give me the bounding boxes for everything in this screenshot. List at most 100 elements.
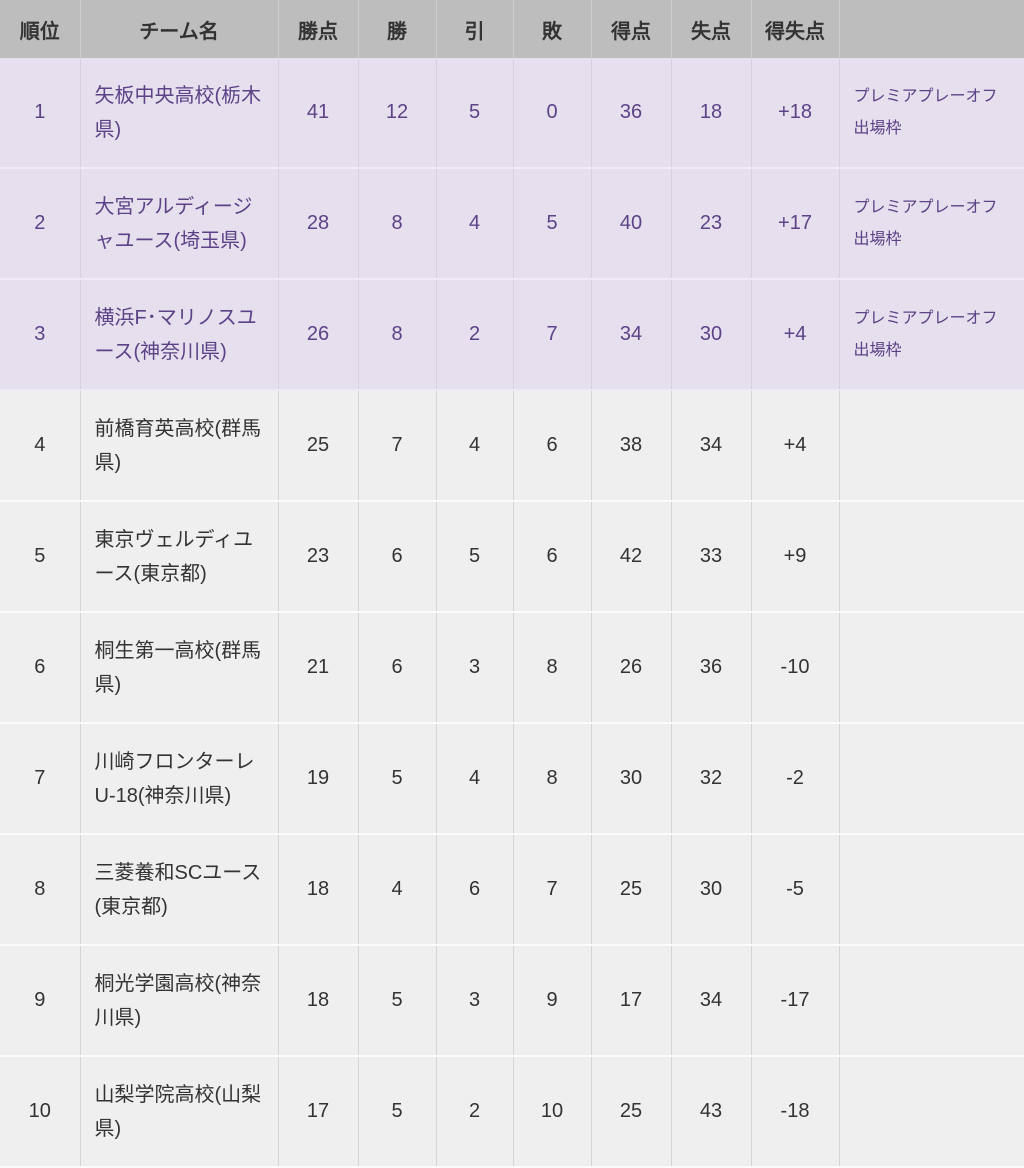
- table-row: 7川崎フロンターレU-18(神奈川県)195483032-2: [0, 723, 1024, 834]
- cell-draws: 6: [436, 834, 513, 945]
- cell-losses: 0: [513, 58, 591, 168]
- header-wins: 勝: [358, 0, 436, 58]
- cell-team: 桐生第一高校(群馬県): [80, 612, 278, 723]
- cell-goals-against: 32: [671, 723, 751, 834]
- table-row: 5東京ヴェルディユース(東京都)236564233+9: [0, 501, 1024, 612]
- table-row: 8三菱養和SCユース(東京都)184672530-5: [0, 834, 1024, 945]
- cell-note: [839, 612, 1024, 723]
- cell-goals-against: 23: [671, 168, 751, 279]
- cell-points: 18: [278, 945, 358, 1056]
- table-row: 6桐生第一高校(群馬県)216382636-10: [0, 612, 1024, 723]
- cell-note: プレミアプレーオフ出場枠: [839, 168, 1024, 279]
- cell-wins: 12: [358, 58, 436, 168]
- cell-points: 19: [278, 723, 358, 834]
- cell-losses: 5: [513, 168, 591, 279]
- cell-points: 28: [278, 168, 358, 279]
- header-goal-diff: 得失点: [751, 0, 839, 58]
- cell-team: 前橋育英高校(群馬県): [80, 390, 278, 501]
- cell-points: 18: [278, 834, 358, 945]
- cell-team: 大宮アルディージャユース(埼玉県): [80, 168, 278, 279]
- cell-wins: 5: [358, 945, 436, 1056]
- cell-goals-for: 36: [591, 58, 671, 168]
- cell-losses: 8: [513, 612, 591, 723]
- cell-goal-diff: -17: [751, 945, 839, 1056]
- header-points: 勝点: [278, 0, 358, 58]
- cell-note: [839, 390, 1024, 501]
- cell-rank: 1: [0, 58, 80, 168]
- cell-wins: 4: [358, 834, 436, 945]
- table-header: 順位 チーム名 勝点 勝 引 敗 得点 失点 得失点: [0, 0, 1024, 58]
- cell-goal-diff: +4: [751, 279, 839, 390]
- cell-goals-for: 17: [591, 945, 671, 1056]
- header-rank: 順位: [0, 0, 80, 58]
- cell-team: 矢板中央高校(栃木県): [80, 58, 278, 168]
- cell-team: 横浜F･マリノスユース(神奈川県): [80, 279, 278, 390]
- cell-goals-against: 43: [671, 1056, 751, 1167]
- cell-goals-for: 42: [591, 501, 671, 612]
- cell-draws: 2: [436, 1056, 513, 1167]
- cell-goals-for: 34: [591, 279, 671, 390]
- cell-goal-diff: +17: [751, 168, 839, 279]
- cell-rank: 6: [0, 612, 80, 723]
- cell-rank: 2: [0, 168, 80, 279]
- table-row: 10山梨学院高校(山梨県)1752102543-18: [0, 1056, 1024, 1167]
- cell-team: 山梨学院高校(山梨県): [80, 1056, 278, 1167]
- cell-draws: 5: [436, 501, 513, 612]
- cell-goal-diff: +18: [751, 58, 839, 168]
- cell-points: 25: [278, 390, 358, 501]
- table-row: 2大宮アルディージャユース(埼玉県)288454023+17プレミアプレーオフ出…: [0, 168, 1024, 279]
- cell-note: [839, 723, 1024, 834]
- cell-goal-diff: +9: [751, 501, 839, 612]
- cell-draws: 5: [436, 58, 513, 168]
- cell-rank: 5: [0, 501, 80, 612]
- cell-team: 桐光学園高校(神奈川県): [80, 945, 278, 1056]
- header-row: 順位 チーム名 勝点 勝 引 敗 得点 失点 得失点: [0, 0, 1024, 58]
- cell-rank: 9: [0, 945, 80, 1056]
- cell-goals-against: 34: [671, 390, 751, 501]
- cell-goals-against: 33: [671, 501, 751, 612]
- cell-goal-diff: -2: [751, 723, 839, 834]
- cell-rank: 3: [0, 279, 80, 390]
- cell-rank: 4: [0, 390, 80, 501]
- cell-goals-for: 26: [591, 612, 671, 723]
- cell-losses: 9: [513, 945, 591, 1056]
- cell-note: [839, 501, 1024, 612]
- cell-goals-against: 36: [671, 612, 751, 723]
- cell-rank: 10: [0, 1056, 80, 1167]
- cell-note: プレミアプレーオフ出場枠: [839, 279, 1024, 390]
- cell-losses: 6: [513, 390, 591, 501]
- header-draws: 引: [436, 0, 513, 58]
- cell-losses: 10: [513, 1056, 591, 1167]
- cell-losses: 6: [513, 501, 591, 612]
- cell-note: プレミアプレーオフ出場枠: [839, 58, 1024, 168]
- cell-losses: 7: [513, 279, 591, 390]
- cell-rank: 7: [0, 723, 80, 834]
- table-row: 9桐光学園高校(神奈川県)185391734-17: [0, 945, 1024, 1056]
- cell-wins: 8: [358, 168, 436, 279]
- cell-points: 23: [278, 501, 358, 612]
- cell-note: [839, 834, 1024, 945]
- cell-points: 26: [278, 279, 358, 390]
- cell-goals-for: 25: [591, 1056, 671, 1167]
- cell-team: 川崎フロンターレU-18(神奈川県): [80, 723, 278, 834]
- standings-table-container: 順位 チーム名 勝点 勝 引 敗 得点 失点 得失点 1矢板中央高校(栃木県)4…: [0, 0, 1024, 1168]
- cell-losses: 8: [513, 723, 591, 834]
- cell-team: 東京ヴェルディユース(東京都): [80, 501, 278, 612]
- cell-goals-against: 30: [671, 279, 751, 390]
- cell-note: [839, 945, 1024, 1056]
- cell-goals-for: 25: [591, 834, 671, 945]
- cell-draws: 4: [436, 723, 513, 834]
- cell-goals-for: 38: [591, 390, 671, 501]
- cell-draws: 3: [436, 945, 513, 1056]
- cell-draws: 4: [436, 168, 513, 279]
- standings-table: 順位 チーム名 勝点 勝 引 敗 得点 失点 得失点 1矢板中央高校(栃木県)4…: [0, 0, 1024, 1168]
- cell-goal-diff: -10: [751, 612, 839, 723]
- table-row: 3横浜F･マリノスユース(神奈川県)268273430+4プレミアプレーオフ出場…: [0, 279, 1024, 390]
- cell-goals-against: 30: [671, 834, 751, 945]
- cell-goal-diff: +4: [751, 390, 839, 501]
- cell-losses: 7: [513, 834, 591, 945]
- cell-draws: 2: [436, 279, 513, 390]
- cell-points: 41: [278, 58, 358, 168]
- cell-goals-for: 40: [591, 168, 671, 279]
- table-row: 1矢板中央高校(栃木県)4112503618+18プレミアプレーオフ出場枠: [0, 58, 1024, 168]
